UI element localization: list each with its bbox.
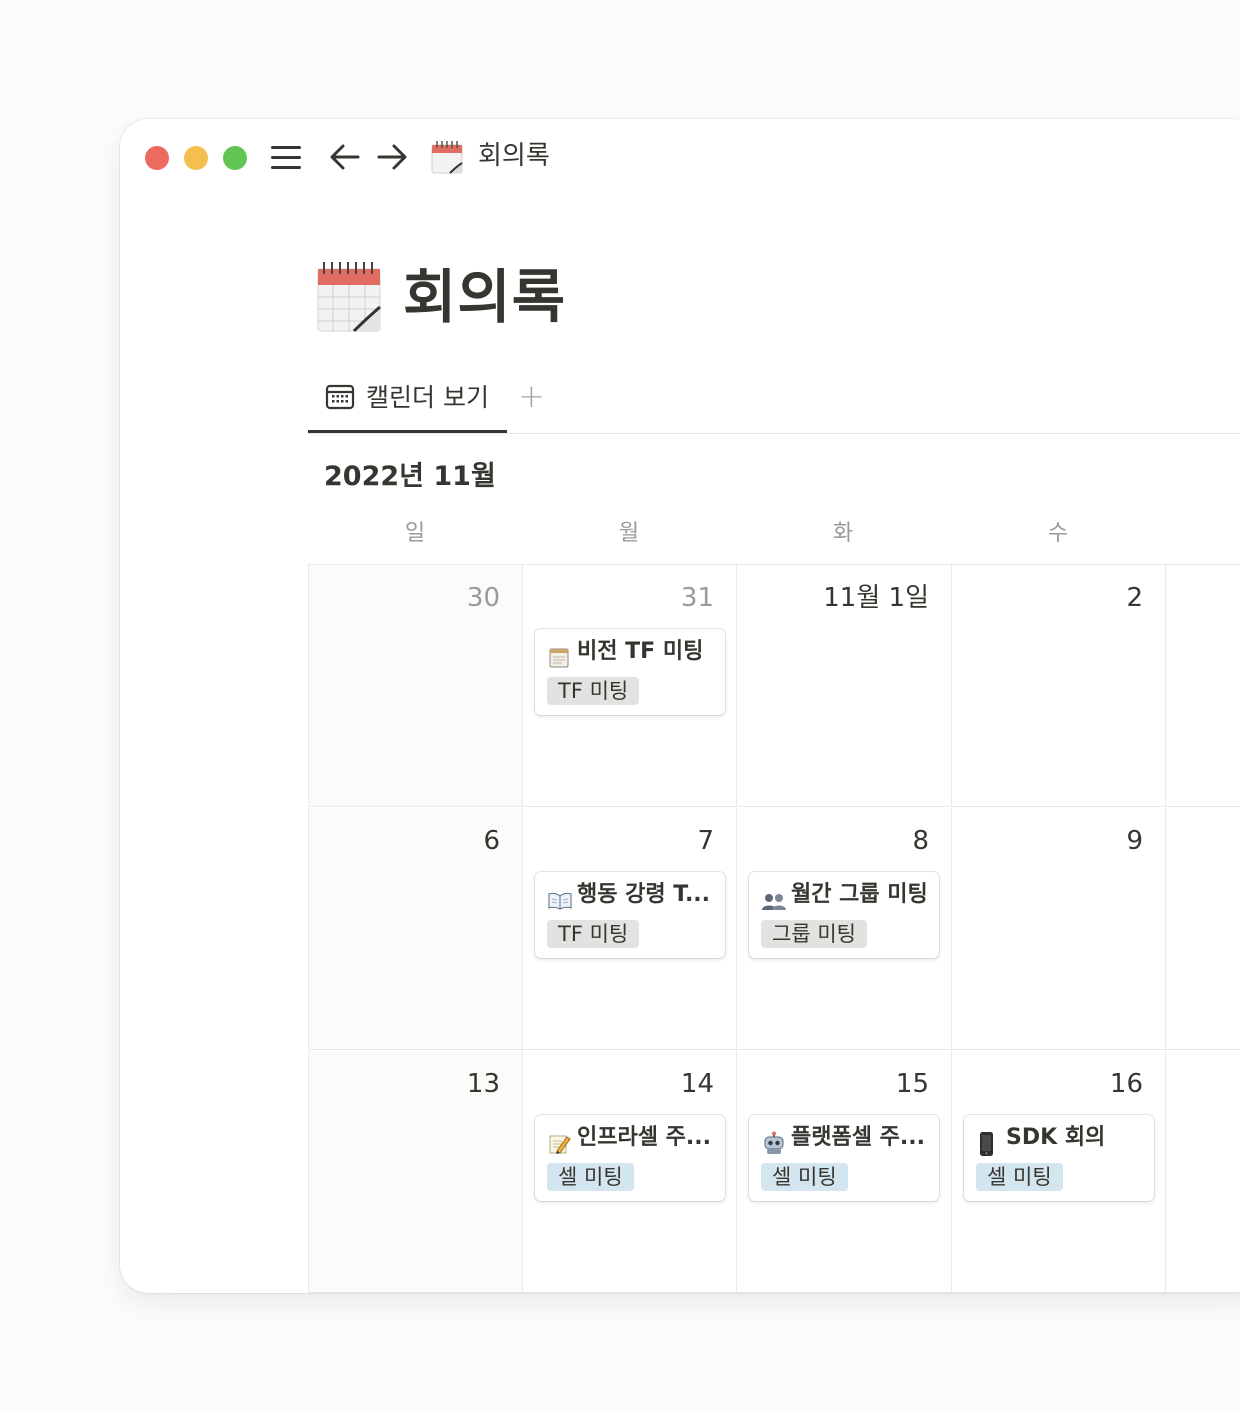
calendar-day-cell[interactable] (1166, 1051, 1240, 1293)
tab-calendar-view[interactable]: 캘린더 보기 (308, 372, 507, 436)
menu-icon[interactable] (268, 141, 304, 173)
day-number: 7 (697, 826, 714, 856)
page-title: 회의록 (403, 263, 567, 331)
event-card[interactable]: SDK 회의셀 미팅 (964, 1115, 1154, 1201)
month-label: 2022년 11월 (324, 461, 496, 492)
calendar-day-cell[interactable] (1166, 808, 1240, 1050)
zoom-button[interactable] (223, 146, 247, 170)
event-title: 월간 그룹 미팅 (791, 882, 928, 907)
weekday-tue: 화 (832, 521, 854, 546)
weekday-wed: 수 (1047, 521, 1069, 546)
arrow-left-icon[interactable] (328, 141, 362, 173)
event-card[interactable]: 비전 TF 미팅 TF 미팅 (535, 629, 725, 715)
memo-icon (547, 1131, 571, 1159)
page-icon[interactable] (316, 259, 382, 333)
day-number: 9 (1126, 826, 1143, 856)
calendar-day-cell[interactable]: 11월 1일 (737, 565, 952, 807)
calendar-day-cell[interactable]: 8 월간 그룹 미팅그룹 미팅 (737, 808, 952, 1050)
day-number: 8 (912, 826, 929, 856)
close-button[interactable] (145, 146, 169, 170)
people-icon (761, 888, 787, 916)
calendar-day-cell[interactable]: 6 (308, 808, 523, 1050)
event-tag: TF 미팅 (547, 920, 640, 948)
event-card[interactable]: 월간 그룹 미팅그룹 미팅 (749, 872, 939, 958)
calendar-day-cell[interactable]: 30 (308, 565, 523, 807)
minimize-button[interactable] (184, 146, 208, 170)
event-title: 행동 강령 T... (577, 882, 711, 907)
day-number: 31 (680, 583, 714, 613)
calendar-grid: 30 31 비전 TF 미팅 TF 미팅 11월 1일 2 6 7 행동 강령 T... TF 미… (308, 564, 1240, 1293)
day-number: 16 (1109, 1069, 1143, 1099)
calendar-day-cell[interactable]: 16 SDK 회의셀 미팅 (952, 1051, 1166, 1293)
day-number: 6 (483, 826, 500, 856)
calendar-day-cell[interactable]: 15 플랫폼셀 주... 셀 미팅 (737, 1051, 952, 1293)
open-book-icon (547, 888, 573, 916)
event-title: 인프라셀 주... (577, 1125, 711, 1150)
event-tag: 셀 미팅 (976, 1163, 1063, 1191)
event-card[interactable]: 플랫폼셀 주... 셀 미팅 (749, 1115, 939, 1201)
day-number: 2 (1126, 583, 1143, 613)
day-number: 13 (466, 1069, 500, 1099)
notepad-icon (547, 645, 571, 673)
event-tag: TF 미팅 (547, 677, 640, 705)
day-number: 11월 1일 (823, 583, 929, 613)
window-title: 회의록 (478, 141, 550, 171)
event-tag: 그룹 미팅 (761, 920, 867, 948)
day-number: 14 (680, 1069, 714, 1099)
app-window: 회의록 회의록 캘린더 보기 + 2022년 11월 일 월 화 수 30 31… (120, 119, 1240, 1293)
tabs-divider (308, 433, 1240, 434)
event-title: SDK 회의 (1006, 1125, 1106, 1150)
robot-icon (761, 1131, 787, 1159)
event-card[interactable]: 행동 강령 T... TF 미팅 (535, 872, 725, 958)
weekday-sun: 일 (404, 521, 426, 546)
calendar-day-cell[interactable]: 7 행동 강령 T... TF 미팅 (523, 808, 737, 1050)
tab-label: 캘린더 보기 (366, 383, 489, 412)
calendar-day-cell[interactable]: 2 (952, 565, 1166, 807)
event-title: 비전 TF 미팅 (577, 639, 704, 664)
calendar-day-cell[interactable]: 31 비전 TF 미팅 TF 미팅 (523, 565, 737, 807)
calendar-view-icon (325, 384, 355, 410)
calendar-day-cell[interactable] (1166, 565, 1240, 807)
calendar-day-cell[interactable]: 14 인프라셀 주... 셀 미팅 (523, 1051, 737, 1293)
spiral-calendar-icon (431, 141, 463, 174)
arrow-right-icon[interactable] (375, 141, 409, 173)
event-tag: 셀 미팅 (761, 1163, 848, 1191)
calendar-day-cell[interactable]: 9 (952, 808, 1166, 1050)
event-title: 플랫폼셀 주... (791, 1125, 925, 1150)
calendar-day-cell[interactable]: 13 (308, 1051, 523, 1293)
day-number: 30 (466, 583, 500, 613)
mobile-phone-icon (976, 1131, 996, 1161)
event-card[interactable]: 인프라셀 주... 셀 미팅 (535, 1115, 725, 1201)
day-number: 15 (895, 1069, 929, 1099)
add-view-button[interactable]: + (518, 380, 545, 412)
weekday-mon: 월 (618, 521, 640, 546)
event-tag: 셀 미팅 (547, 1163, 634, 1191)
